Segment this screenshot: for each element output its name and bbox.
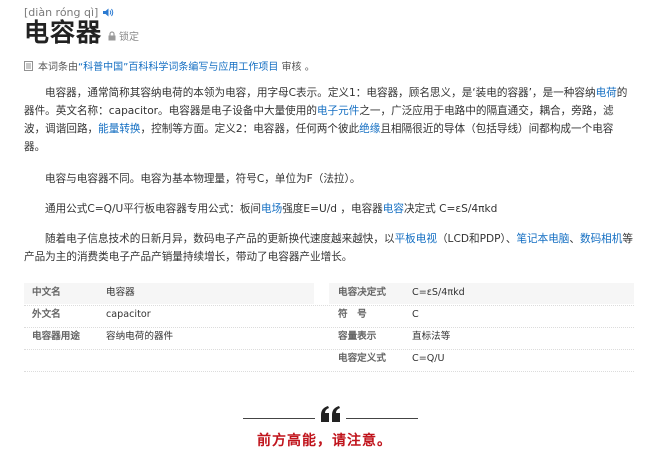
infobox-row: 中文名 电容器 电容决定式 C=εS/4πkd [24,283,634,306]
inline-link[interactable]: 能量转换 [98,123,140,135]
document-icon [24,60,33,71]
infobox-value: C=εS/4πkd [412,287,465,298]
infobox-value: C=Q/U [412,353,445,364]
inline-link[interactable]: 数码相机 [580,233,622,245]
infobox-value: 容纳电荷的器件 [106,331,174,342]
paragraph-text: 强度E=U/d ，电容器 [282,203,383,215]
paragraph-formula: 通用公式C=Q/U平行板电容器专用公式：板间电场强度E=U/d ，电容器电容决定… [24,200,634,218]
paragraph-capacitance: 电容与电容器不同。电容为基本物理量，符号C，单位为F（法拉）。 [24,170,634,188]
inline-link[interactable]: 电容 [383,203,404,215]
lock-label: 锁定 [119,32,140,43]
infobox-key: 电容器用途 [32,331,80,342]
quote-mark-icon [321,406,340,422]
inline-link[interactable]: 电子元件 [317,105,359,117]
paragraph-text: 电容与电容器不同。电容为基本物理量，符号C，单位为F（法拉）。 [45,173,361,185]
source-prefix: 本词条由 [38,62,78,73]
infobox-key: 容量表示 [338,331,377,342]
inline-link[interactable]: 平板电视 [395,233,437,245]
paragraph-text: 通用公式C=Q/U平行板电容器专用公式：板间 [45,203,262,215]
title-row: 电容器 锁定 [24,20,139,45]
source-project-link[interactable]: “科普中国”百科科学词条编写与应用工作项目 [78,62,278,73]
infobox-key: 符 号 [338,309,367,320]
page-title: 电容器 [24,18,103,47]
source-note: 本词条由“科普中国”百科科学词条编写与应用工作项目 审核 。 [24,58,315,73]
encyclopedia-entry-page: [diàn róng qì] 电容器 锁定 本词条由“科普中国”百科科学词条编写… [0,0,649,464]
infobox-row: 电容定义式 C=Q/U [24,349,634,372]
inline-link[interactable]: 笔记本电脑 [516,233,569,245]
infobox-key: 外文名 [32,309,61,320]
paragraph-text: 随着电子信息技术的日新月异，数码电子产品的更新换代速度越来越快，以 [45,233,395,245]
infobox-value: 电容器 [106,287,135,298]
source-suffix: 审核 。 [278,62,315,73]
infobox-key: 电容定义式 [338,353,386,364]
speaker-icon[interactable] [102,7,115,18]
lock-badge: 锁定 [108,28,139,45]
lock-icon [108,30,116,40]
inline-link[interactable]: 绝缘 [359,123,380,135]
infobox-value: C [412,309,419,320]
inline-link[interactable]: 电场 [261,203,282,215]
paragraph-industry: 随着电子信息技术的日新月异，数码电子产品的更新换代速度越来越快，以平板电视（LC… [24,230,634,266]
divider-line-right [346,418,418,419]
infobox-key: 中文名 [32,287,61,298]
infobox-value: capacitor [106,309,151,320]
infobox-row: 电容器用途 容纳电荷的器件 容量表示 直标法等 [24,327,634,350]
paragraph-definition: 电容器，通常简称其容纳电荷的本领为电容，用字母C表示。定义1：电容器，顾名思义，… [24,84,634,156]
paragraph-text: （LCD和PDP）、 [436,233,517,245]
infobox-key: 电容决定式 [338,287,386,298]
paragraph-text: 电容器，通常简称其容纳电荷的本领为电容，用字母C表示。定义1：电容器，顾名思义，… [45,87,596,99]
warning-text: 前方高能，请注意。 [257,433,392,449]
paragraph-text: 决定式 C=εS/4πkd [403,203,498,215]
inline-link[interactable]: 电荷 [596,87,617,99]
infobox-value: 直标法等 [412,331,451,342]
paragraph-text: ，控制等方面。定义2：电容器，任何两个彼此 [140,123,360,135]
paragraph-text: 、 [569,233,580,245]
divider-line-left [243,418,315,419]
infobox-row: 外文名 capacitor 符 号 C [24,305,634,328]
